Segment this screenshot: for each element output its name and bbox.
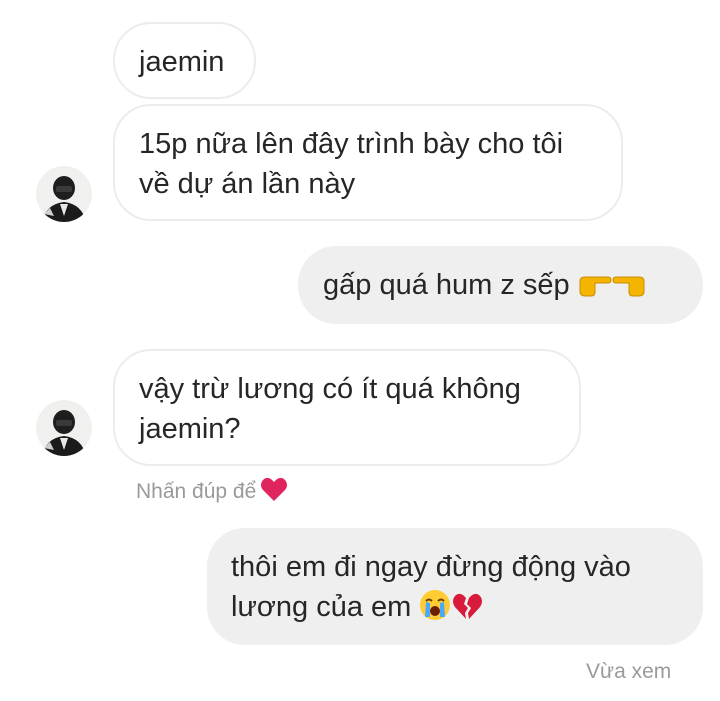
backhand-index-pointing-right-icon	[578, 270, 612, 310]
message-text-line: lương của em	[231, 591, 412, 623]
broken-heart-icon	[451, 591, 483, 632]
backhand-index-pointing-left-icon	[612, 270, 646, 310]
message-bubble-received[interactable]: vậy trừ lương có ít quá không jaemin?	[113, 349, 581, 466]
message-text: gấp quá hum z sếp	[323, 269, 570, 301]
message-text-line-wrap: lương của em	[231, 587, 703, 632]
heart-icon[interactable]	[260, 476, 288, 508]
message-bubble-received[interactable]: jaemin	[113, 22, 256, 99]
seen-status: Vừa xem	[586, 660, 672, 683]
message-text-line: jaemin?	[139, 413, 241, 445]
double-tap-hint-label: Nhấn đúp để	[136, 480, 257, 503]
double-tap-hint: Nhấn đúp để	[136, 476, 288, 508]
avatar[interactable]	[36, 166, 92, 222]
message-bubble-received[interactable]: 15p nữa lên đây trình bày cho tôi về dự …	[113, 104, 623, 221]
message-text-line: 15p nữa lên đây trình bày cho tôi	[139, 128, 564, 160]
message-bubble-sent[interactable]: thôi em đi ngay đừng động vào lương của …	[207, 528, 703, 645]
message-bubble-sent[interactable]: gấp quá hum z sếp	[298, 246, 703, 324]
message-text-line: về dự án lần này	[139, 168, 356, 200]
avatar[interactable]	[36, 400, 92, 456]
message-text: jaemin	[139, 46, 225, 78]
loudly-crying-face-icon	[419, 589, 451, 632]
message-text-line: vậy trừ lương có ít quá không	[139, 373, 521, 405]
message-text-line: thôi em đi ngay đừng động vào	[231, 551, 631, 583]
